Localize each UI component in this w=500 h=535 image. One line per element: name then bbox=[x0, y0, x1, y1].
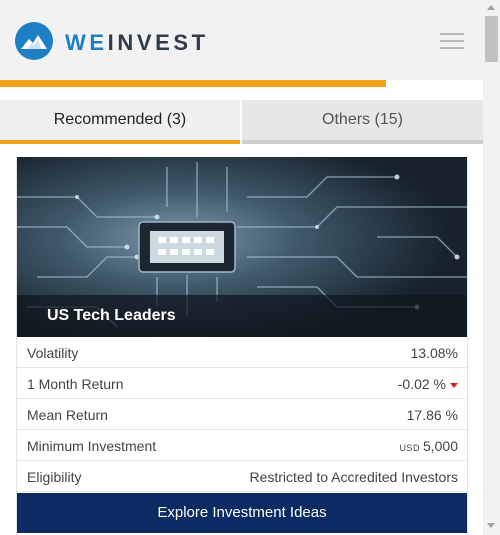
detail-row-eligibility: Eligibility Restricted to Accredited Inv… bbox=[17, 461, 467, 492]
tab-others[interactable]: Others (15) bbox=[242, 100, 483, 144]
tab-bar: Recommended (3) Others (15) bbox=[0, 100, 483, 144]
mountain-logo-icon bbox=[15, 22, 53, 60]
scroll-up-arrow-icon[interactable] bbox=[487, 5, 495, 10]
detail-value: 17.86 % bbox=[406, 407, 458, 423]
detail-value: -0.02 % bbox=[397, 376, 446, 392]
detail-value-wrap: -0.02 % bbox=[398, 376, 458, 392]
brand-logo-suffix: INVEST bbox=[107, 30, 209, 55]
scrollbar-thumb[interactable] bbox=[485, 16, 498, 62]
detail-value: Restricted to Accredited Investors bbox=[249, 469, 458, 485]
vertical-scrollbar[interactable] bbox=[483, 0, 500, 535]
scroll-down-arrow-icon[interactable] bbox=[487, 523, 495, 528]
detail-row-mean-return: Mean Return 17.86 % bbox=[17, 399, 467, 430]
investment-card: US Tech Leaders Volatility 13.08% 1 Mont… bbox=[16, 157, 468, 535]
hamburger-menu-icon[interactable] bbox=[440, 33, 464, 49]
brand-logo-text[interactable]: WEINVEST bbox=[65, 30, 209, 56]
detail-value: 5,000 bbox=[422, 438, 458, 454]
detail-row-minimum-investment: Minimum Investment USD 5,000 bbox=[17, 430, 467, 461]
detail-label: Minimum Investment bbox=[27, 438, 157, 454]
brand-logo-prefix: WE bbox=[65, 30, 108, 55]
progress-bar bbox=[0, 80, 483, 87]
detail-label: 1 Month Return bbox=[27, 376, 124, 392]
explore-investment-ideas-button[interactable]: Explore Investment Ideas bbox=[17, 493, 467, 533]
app-header: WEINVEST bbox=[0, 0, 483, 80]
detail-label: Mean Return bbox=[27, 407, 108, 423]
progress-bar-fill bbox=[0, 80, 387, 87]
card-title[interactable]: US Tech Leaders bbox=[47, 307, 176, 325]
detail-label: Volatility bbox=[27, 345, 79, 361]
currency-code: USD bbox=[399, 443, 420, 453]
detail-value: 13.08% bbox=[410, 345, 458, 361]
detail-label: Eligibility bbox=[27, 469, 82, 485]
detail-row-1-month-return: 1 Month Return -0.02 % bbox=[17, 368, 467, 399]
detail-value-wrap: USD 5,000 bbox=[399, 438, 458, 454]
detail-row-volatility: Volatility 13.08% bbox=[17, 337, 467, 368]
hero-image: US Tech Leaders bbox=[17, 157, 467, 337]
card-details: Volatility 13.08% 1 Month Return -0.02 %… bbox=[17, 337, 467, 492]
app-viewport: WEINVEST Recommended (3) Others (15) US … bbox=[0, 0, 483, 535]
down-arrow-icon bbox=[450, 382, 458, 388]
tab-recommended[interactable]: Recommended (3) bbox=[0, 100, 240, 144]
